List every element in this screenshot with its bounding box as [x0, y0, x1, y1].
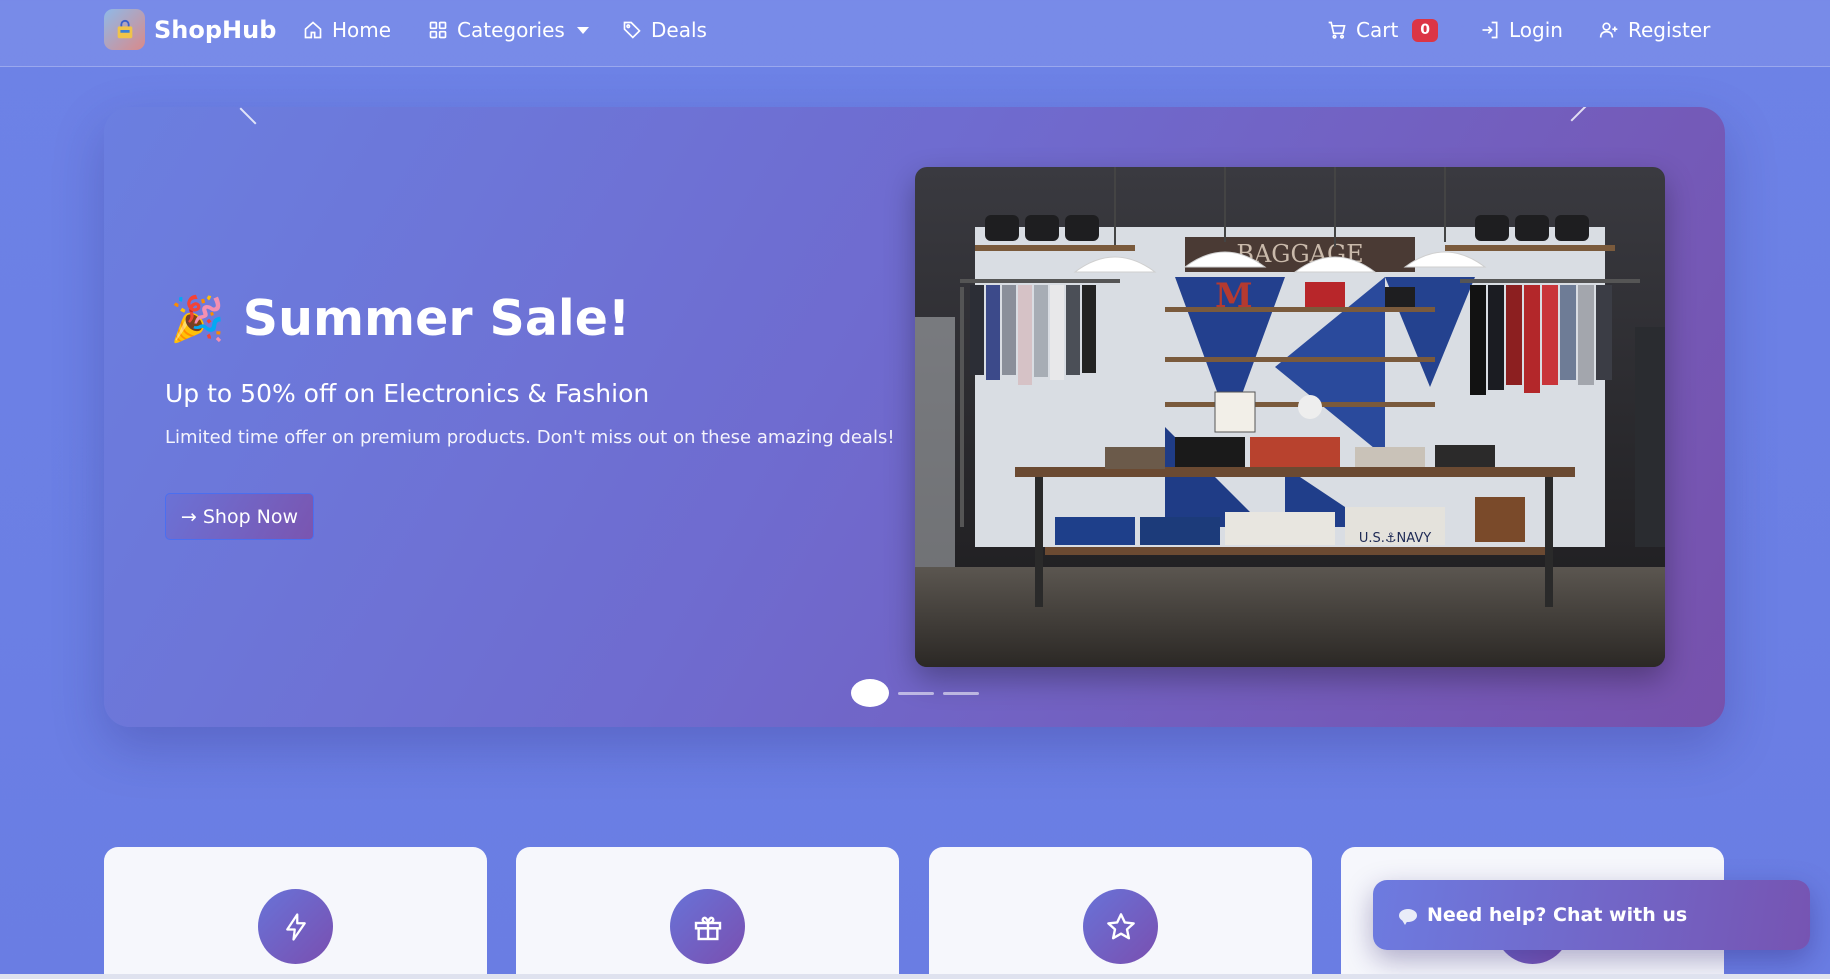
- chat-support-label: Need help? Chat with us: [1427, 904, 1688, 926]
- svg-text:U.S.⚓NAVY: U.S.⚓NAVY: [1359, 531, 1431, 546]
- shop-now-button[interactable]: → Shop Now: [165, 493, 314, 540]
- carousel-indicator-2[interactable]: [898, 691, 934, 695]
- arrow-right-icon: →: [180, 505, 197, 528]
- feature-icon-circle: [1083, 889, 1158, 964]
- hero-title: 🎉 Summer Sale!: [170, 290, 630, 347]
- party-popper-icon: 🎉: [170, 293, 225, 345]
- feature-icon-circle: [670, 889, 745, 964]
- brand-link[interactable]: ShopHub: [104, 9, 276, 50]
- grid-icon: [429, 21, 447, 39]
- hero-title-text: Summer Sale!: [242, 290, 631, 347]
- nav-register-link[interactable]: Register: [1599, 16, 1710, 44]
- brand-name: ShopHub: [154, 15, 277, 44]
- nav-deals-label: Deals: [651, 18, 707, 42]
- shopping-bag-logo-icon: [104, 9, 145, 50]
- nav-login-link[interactable]: Login: [1480, 16, 1563, 44]
- nav-categories-dropdown[interactable]: Categories: [428, 16, 589, 44]
- feature-card: [516, 847, 899, 979]
- hero-carousel: 🎉 Summer Sale! Up to 50% off on Electron…: [104, 107, 1725, 727]
- feature-card: [929, 847, 1312, 979]
- hero-store-photo: BAGGAGE M U.S.⚓NAVY: [915, 167, 1665, 667]
- nav-deals-link[interactable]: Deals: [622, 16, 707, 44]
- star-icon: [1106, 912, 1135, 939]
- nav-home-label: Home: [332, 18, 392, 42]
- top-navbar: ShopHub Home Categories Deals Cart 0 Log…: [0, 0, 1830, 67]
- decorative-streak: [1570, 107, 1588, 122]
- horizontal-scrollbar[interactable]: [0, 974, 1830, 979]
- cart-count-badge: 0: [1412, 18, 1439, 42]
- gift-icon: [694, 916, 721, 940]
- nav-home-link[interactable]: Home: [303, 16, 391, 44]
- carousel-indicators: [851, 679, 979, 707]
- cart-icon: [1328, 21, 1346, 39]
- login-icon: [1482, 21, 1498, 39]
- chat-bubble-icon: [1399, 908, 1417, 925]
- house-icon: [304, 21, 322, 39]
- hero-subtitle: Up to 50% off on Electronics & Fashion: [165, 379, 650, 408]
- user-plus-icon: [1599, 22, 1618, 38]
- shop-now-label: Shop Now: [202, 505, 299, 528]
- caret-down-icon: [576, 26, 589, 34]
- lightning-icon: [285, 912, 306, 941]
- tag-icon: [623, 21, 641, 39]
- nav-register-label: Register: [1628, 18, 1711, 42]
- feature-card: [104, 847, 487, 979]
- carousel-indicator-3[interactable]: [943, 691, 979, 695]
- chat-support-button[interactable]: Need help? Chat with us: [1373, 880, 1810, 950]
- hero-description: Limited time offer on premium products. …: [165, 427, 895, 448]
- decorative-streak: [239, 107, 257, 125]
- nav-categories-label: Categories: [457, 18, 565, 42]
- feature-icon-circle: [258, 889, 333, 964]
- carousel-indicator-1[interactable]: [851, 679, 889, 707]
- nav-cart-link[interactable]: Cart 0: [1327, 16, 1439, 44]
- nav-login-label: Login: [1509, 18, 1563, 42]
- nav-cart-label: Cart: [1356, 18, 1399, 42]
